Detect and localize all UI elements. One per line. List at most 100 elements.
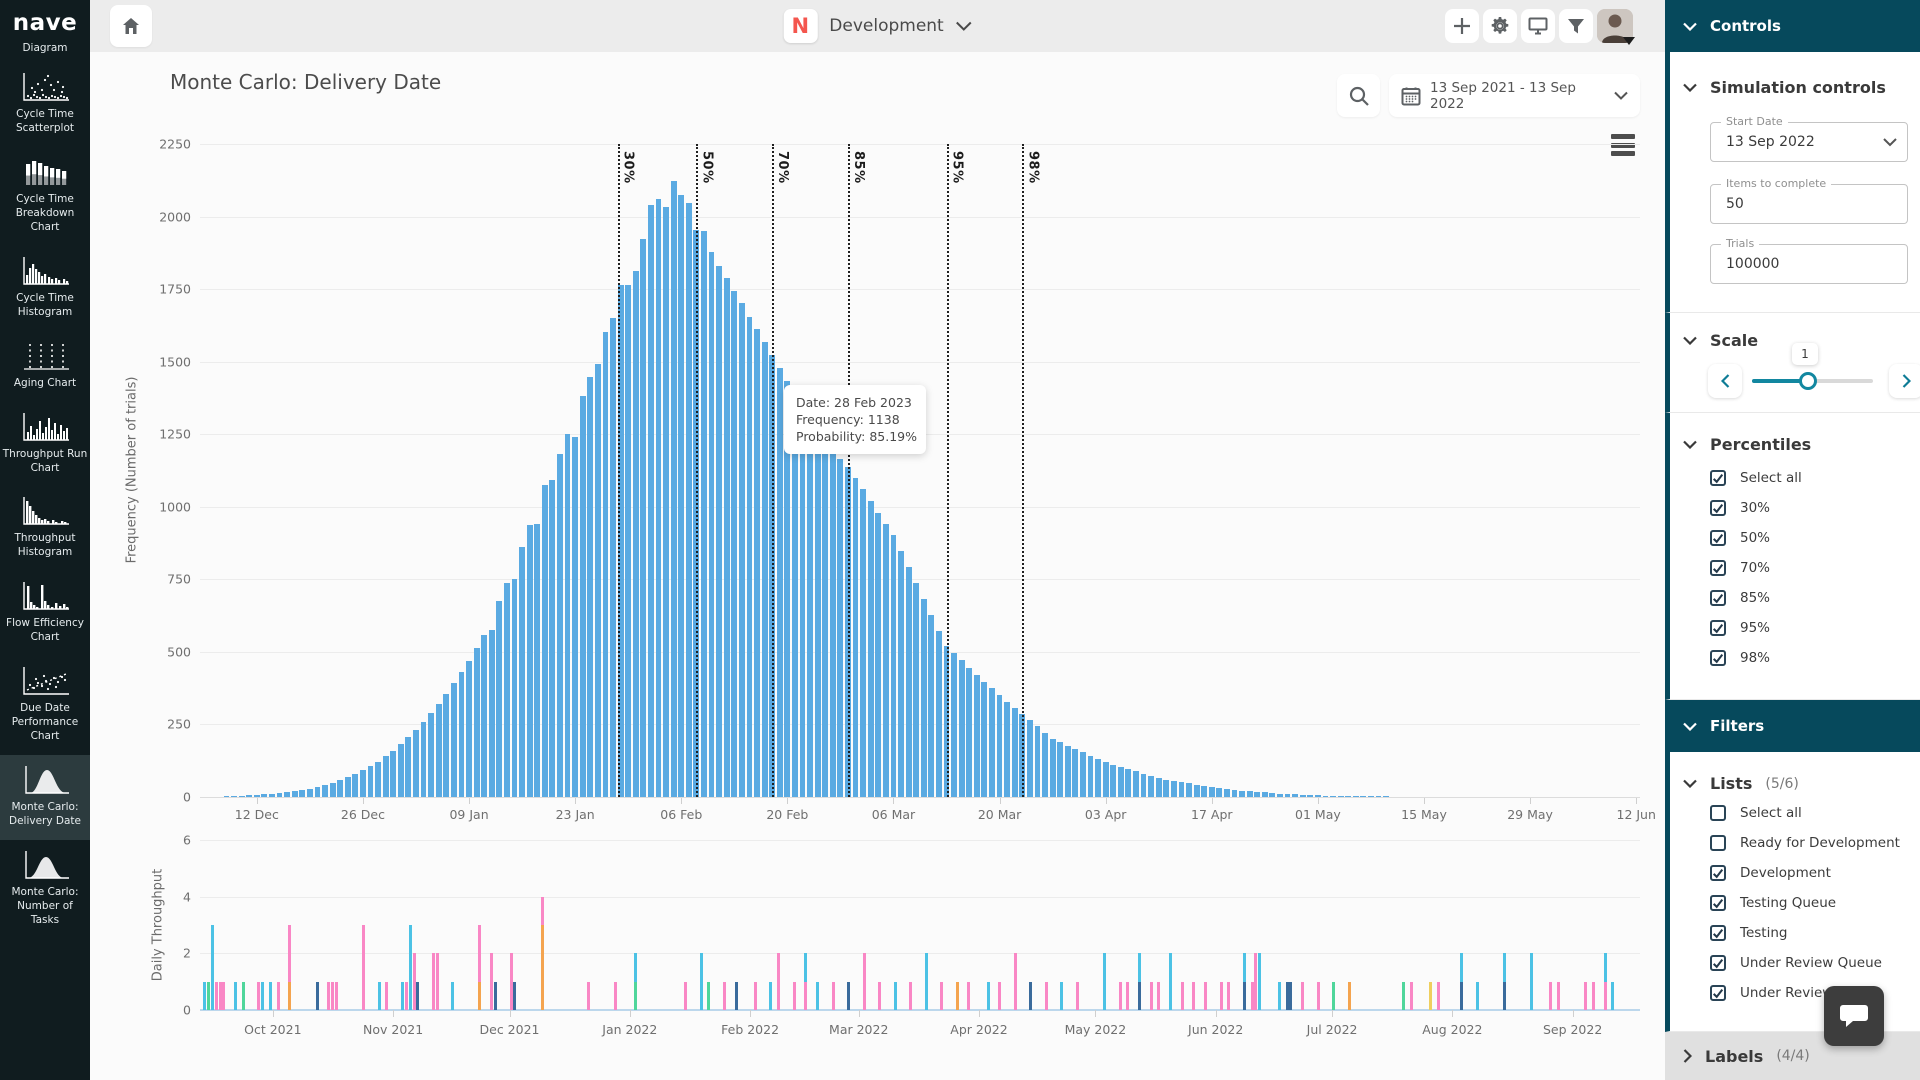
throughput-bar-segment[interactable]	[416, 982, 419, 1010]
histogram-bar[interactable]	[762, 342, 768, 797]
throughput-bar-segment[interactable]	[1076, 982, 1079, 1010]
histogram-bar[interactable]	[337, 780, 343, 797]
throughput-bar-segment[interactable]	[203, 982, 206, 1010]
throughput-bar-segment[interactable]	[909, 982, 912, 1010]
histogram-bar[interactable]	[747, 317, 753, 797]
histogram-bar[interactable]	[405, 737, 411, 797]
checkbox-row-98[interactable]: 98%	[1710, 650, 1770, 666]
sidebar-item-flow-efficiency-chart[interactable]: Flow Efficiency Chart	[0, 571, 90, 656]
histogram-bar[interactable]	[754, 329, 760, 797]
histogram-bar[interactable]	[1125, 769, 1131, 797]
throughput-bar-segment[interactable]	[1592, 982, 1595, 1010]
throughput-bar-segment[interactable]	[1549, 982, 1552, 1010]
throughput-bar-segment[interactable]	[1204, 982, 1207, 1010]
histogram-bar[interactable]	[1179, 782, 1185, 797]
checkbox-row-30[interactable]: 30%	[1710, 500, 1770, 516]
histogram-bar[interactable]	[603, 332, 609, 797]
histogram-bar[interactable]	[322, 785, 328, 797]
sidebar-item-aging-chart[interactable]: Aging Chart	[0, 331, 90, 402]
histogram-bar[interactable]	[1057, 742, 1063, 797]
throughput-bar-segment[interactable]	[1220, 982, 1223, 1010]
throughput-bar-segment[interactable]	[432, 953, 435, 1010]
histogram-bar[interactable]	[542, 485, 548, 797]
histogram-bar[interactable]	[1224, 789, 1230, 797]
throughput-bar-segment[interactable]	[587, 982, 590, 1010]
histogram-bar[interactable]	[989, 688, 995, 797]
histogram-bar[interactable]	[466, 661, 472, 797]
throughput-bar-segment[interactable]	[754, 982, 757, 1010]
histogram-bar[interactable]	[974, 675, 980, 797]
sidebar-item-monte-carlo-delivery-date[interactable]: Monte Carlo: Delivery Date	[0, 755, 90, 840]
histogram-bar[interactable]	[1141, 774, 1147, 797]
histogram-bar[interactable]	[671, 181, 677, 797]
histogram-bar[interactable]	[1186, 783, 1192, 797]
throughput-bar-segment[interactable]	[1060, 982, 1063, 1010]
checkbox-checked[interactable]	[1710, 925, 1726, 941]
histogram-bar[interactable]	[731, 291, 737, 797]
checkbox-checked[interactable]	[1710, 955, 1726, 971]
checkbox-checked[interactable]	[1710, 895, 1726, 911]
throughput-bar-segment[interactable]	[1169, 953, 1172, 1010]
throughput-bar-segment[interactable]	[1181, 982, 1184, 1010]
throughput-bar-segment[interactable]	[1289, 982, 1292, 1010]
checkbox-checked[interactable]	[1710, 590, 1726, 606]
histogram-bar[interactable]	[966, 668, 972, 797]
throughput-bar-segment[interactable]	[700, 953, 703, 1010]
throughput-bar-segment[interactable]	[987, 982, 990, 1010]
add-button[interactable]	[1445, 9, 1479, 43]
throughput-bar-segment[interactable]	[1243, 982, 1246, 1010]
throughput-bar-segment[interactable]	[1029, 982, 1032, 1010]
throughput-bar-segment[interactable]	[219, 982, 222, 1010]
throughput-bar-segment[interactable]	[1243, 953, 1246, 981]
histogram-bar[interactable]	[375, 762, 381, 797]
throughput-bar-segment[interactable]	[925, 953, 928, 1010]
chat-widget-button[interactable]	[1824, 986, 1884, 1046]
histogram-bar[interactable]	[1088, 756, 1094, 797]
checkbox-row-development[interactable]: Development	[1710, 865, 1831, 881]
histogram-bar[interactable]	[981, 682, 987, 798]
throughput-bar-segment[interactable]	[541, 897, 544, 925]
histogram-bar[interactable]	[1103, 762, 1109, 797]
checkbox-row-95[interactable]: 95%	[1710, 620, 1770, 636]
histogram-bar[interactable]	[572, 437, 578, 797]
date-range-button[interactable]: 13 Sep 2021 - 13 Sep 2022	[1389, 74, 1640, 117]
histogram-bar[interactable]	[648, 205, 654, 797]
filter-button[interactable]	[1559, 9, 1593, 43]
checkbox-row-50[interactable]: 50%	[1710, 530, 1770, 546]
sidebar-item-monte-carlo-number-of-tasks[interactable]: Monte Carlo: Number of Tasks	[0, 840, 90, 939]
histogram-bar[interactable]	[1163, 780, 1169, 797]
throughput-bar-segment[interactable]	[436, 953, 439, 1010]
checkbox-row-select-all[interactable]: Select all	[1710, 470, 1802, 486]
sidebar-item-due-date-performance-chart[interactable]: Due Date Performance Chart	[0, 656, 90, 755]
checkbox-checked[interactable]	[1710, 470, 1726, 486]
throughput-bar-segment[interactable]	[1604, 982, 1607, 1010]
histogram-bar[interactable]	[496, 601, 502, 797]
throughput-bar-segment[interactable]	[234, 982, 237, 1010]
histogram-bar[interactable]	[489, 630, 495, 797]
search-button[interactable]	[1337, 74, 1380, 117]
checkbox-row-testing[interactable]: Testing	[1710, 925, 1787, 941]
histogram-bar[interactable]	[1080, 752, 1086, 797]
throughput-bar-segment[interactable]	[1126, 982, 1129, 1010]
histogram-bar[interactable]	[451, 683, 457, 797]
histogram-bar[interactable]	[792, 394, 798, 797]
throughput-bar-segment[interactable]	[478, 925, 481, 982]
histogram-bar[interactable]	[906, 567, 912, 797]
histogram-bar[interactable]	[724, 278, 730, 797]
histogram-bar[interactable]	[1148, 776, 1154, 797]
histogram-bar[interactable]	[595, 364, 601, 797]
filters-header[interactable]: Filters	[1665, 700, 1920, 752]
histogram-bar[interactable]	[1004, 702, 1010, 797]
throughput-bar-segment[interactable]	[1254, 953, 1257, 1010]
throughput-bar-segment[interactable]	[804, 982, 807, 1010]
throughput-bar-segment[interactable]	[777, 953, 780, 1010]
sidebar-item-cycle-time-breakdown-chart[interactable]: Cycle Time Breakdown Chart	[0, 147, 90, 246]
checkbox-checked[interactable]	[1710, 500, 1726, 516]
throughput-bar-segment[interactable]	[1251, 982, 1254, 1010]
checkbox-row-70[interactable]: 70%	[1710, 560, 1770, 576]
histogram-bar[interactable]	[1232, 790, 1238, 797]
throughput-bar-segment[interactable]	[541, 925, 544, 1010]
throughput-bar-segment[interactable]	[331, 982, 334, 1010]
histogram-bar[interactable]	[368, 766, 374, 797]
histogram-bar[interactable]	[815, 431, 821, 797]
